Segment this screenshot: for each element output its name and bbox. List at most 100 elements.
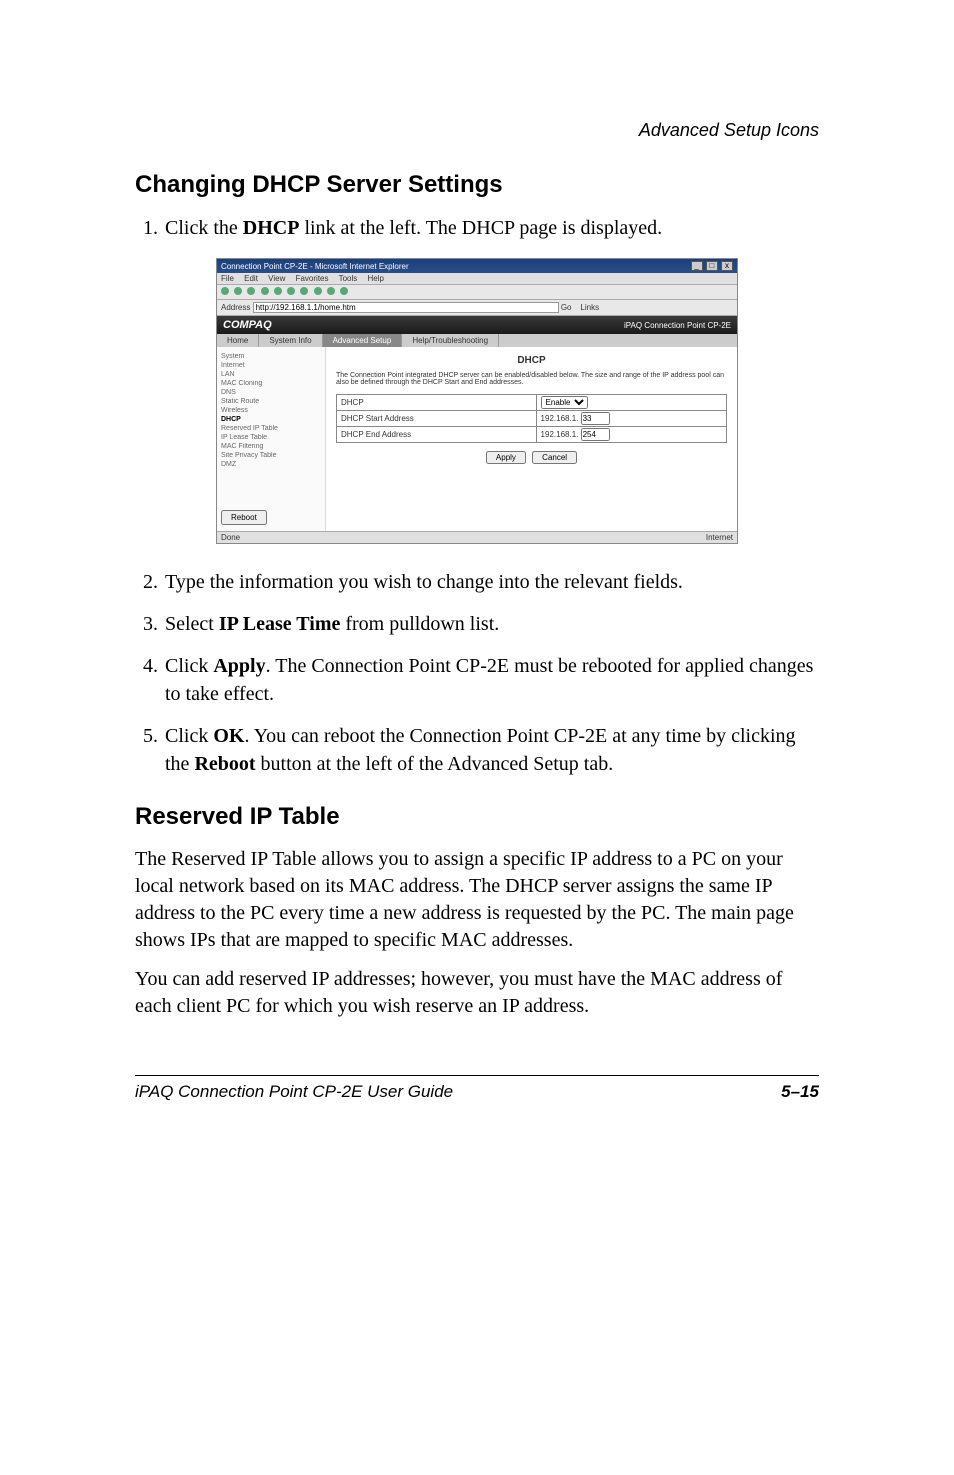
- window-controls: _ □ x: [690, 261, 733, 271]
- step-5: Click OK. You can reboot the Connection …: [163, 722, 819, 778]
- step-1-bold: DHCP: [243, 217, 300, 239]
- refresh-icon[interactable]: [261, 287, 269, 295]
- sidebar-item-dmz[interactable]: DMZ: [221, 461, 321, 468]
- brand-product: iPAQ Connection Point CP-2E: [624, 321, 731, 330]
- step-5-text-e: button at the left of the Advanced Setup…: [256, 753, 614, 775]
- sidebar-item-static-route[interactable]: Static Route: [221, 398, 321, 405]
- print-icon[interactable]: [340, 287, 348, 295]
- tab-sysinfo[interactable]: System Info: [259, 334, 322, 347]
- steps-list-bottom: Type the information you wish to change …: [135, 568, 819, 778]
- mail-icon[interactable]: [327, 287, 335, 295]
- para-reserved-ip-2: You can add reserved IP addresses; howev…: [135, 966, 819, 1020]
- brand-bar: COMPAQ iPAQ Connection Point CP-2E: [217, 316, 737, 334]
- go-button[interactable]: Go: [561, 303, 572, 312]
- sidebar-item-wireless[interactable]: Wireless: [221, 407, 321, 414]
- step-5-text-a: Click: [165, 725, 213, 747]
- content-area: System Internet LAN MAC Cloning DNS Stat…: [217, 347, 737, 531]
- sidebar-item-reserved-ip[interactable]: Reserved IP Table: [221, 425, 321, 432]
- menu-help[interactable]: Help: [368, 274, 384, 283]
- brand-logo: COMPAQ: [223, 319, 272, 331]
- side-nav: System Internet LAN MAC Cloning DNS Stat…: [217, 347, 326, 531]
- links-label[interactable]: Links: [580, 303, 599, 312]
- dhcp-settings-table: DHCP Enable DHCP Start Address 192.168.1…: [336, 394, 727, 443]
- close-icon[interactable]: x: [721, 261, 733, 271]
- sidebar-item-site-privacy[interactable]: Site Privacy Table: [221, 452, 321, 459]
- heading-reserved-ip: Reserved IP Table: [135, 803, 819, 831]
- menu-tools[interactable]: Tools: [339, 274, 358, 283]
- dhcp-start-input[interactable]: [581, 412, 610, 425]
- tab-advanced-setup[interactable]: Advanced Setup: [323, 334, 403, 347]
- start-prefix: 192.168.1.: [541, 414, 579, 423]
- pane-title: DHCP: [336, 355, 727, 366]
- footer-page-number: 5–15: [781, 1082, 819, 1102]
- step-3-text-a: Select: [165, 613, 219, 635]
- sidebar-item-dhcp[interactable]: DHCP: [221, 416, 321, 423]
- apply-button[interactable]: Apply: [486, 451, 526, 464]
- menu-edit[interactable]: Edit: [244, 274, 258, 283]
- sidebar-item-lan[interactable]: LAN: [221, 371, 321, 378]
- address-label: Address: [221, 303, 250, 312]
- main-pane: DHCP The Connection Point integrated DHC…: [326, 347, 737, 531]
- step-1-text-a: Click the: [165, 217, 243, 239]
- search-icon[interactable]: [287, 287, 295, 295]
- home-icon[interactable]: [274, 287, 282, 295]
- address-input[interactable]: [253, 302, 559, 313]
- maximize-icon[interactable]: □: [706, 261, 718, 271]
- pane-description: The Connection Point integrated DHCP ser…: [336, 372, 727, 386]
- address-bar: Address Go Links: [217, 300, 737, 316]
- back-icon[interactable]: [221, 287, 229, 295]
- browser-menubar: File Edit View Favorites Tools Help: [217, 273, 737, 285]
- status-right: Internet: [706, 533, 733, 542]
- window-title: Connection Point CP-2E - Microsoft Inter…: [221, 262, 409, 271]
- sidebar-item-ip-lease[interactable]: IP Lease Table: [221, 434, 321, 441]
- sidebar-item-mac-filtering[interactable]: MAC Filtering: [221, 443, 321, 450]
- browser-window: Connection Point CP-2E - Microsoft Inter…: [216, 258, 738, 544]
- step-2: Type the information you wish to change …: [163, 568, 819, 596]
- step-3-text-c: from pulldown list.: [340, 613, 499, 635]
- history-icon[interactable]: [314, 287, 322, 295]
- step-5-bold-reboot: Reboot: [194, 753, 255, 775]
- button-row: Apply Cancel: [336, 451, 727, 464]
- step-4: Click Apply. The Connection Point CP-2E …: [163, 652, 819, 708]
- step-1: Click the DHCP link at the left. The DHC…: [163, 214, 819, 242]
- browser-toolbar: [217, 285, 737, 300]
- dhcp-enable-select[interactable]: Enable: [541, 396, 588, 409]
- minimize-icon[interactable]: _: [691, 261, 703, 271]
- dhcp-end-input[interactable]: [581, 428, 610, 441]
- row-dhcp-label: DHCP: [337, 395, 537, 411]
- document-page: Advanced Setup Icons Changing DHCP Serve…: [0, 0, 954, 1475]
- status-bar: Done Internet: [217, 531, 737, 543]
- heading-changing-dhcp: Changing DHCP Server Settings: [135, 171, 819, 199]
- step-1-text-c: link at the left. The DHCP page is displ…: [299, 217, 662, 239]
- menu-file[interactable]: File: [221, 274, 234, 283]
- table-row: DHCP End Address 192.168.1.: [337, 427, 727, 443]
- nav-tabs: Home System Info Advanced Setup Help/Tro…: [217, 334, 737, 347]
- sidebar-item-system[interactable]: System: [221, 353, 321, 360]
- embedded-screenshot: Connection Point CP-2E - Microsoft Inter…: [135, 258, 819, 544]
- sidebar-item-dns[interactable]: DNS: [221, 389, 321, 396]
- running-header: Advanced Setup Icons: [135, 120, 819, 141]
- row-start-label: DHCP Start Address: [337, 411, 537, 427]
- table-row: DHCP Enable: [337, 395, 727, 411]
- step-3-bold: IP Lease Time: [219, 613, 340, 635]
- sidebar-item-mac-cloning[interactable]: MAC Cloning: [221, 380, 321, 387]
- table-row: DHCP Start Address 192.168.1.: [337, 411, 727, 427]
- tab-troubleshooting[interactable]: Help/Troubleshooting: [402, 334, 499, 347]
- para-reserved-ip-1: The Reserved IP Table allows you to assi…: [135, 846, 819, 954]
- tab-home[interactable]: Home: [217, 334, 259, 347]
- menu-view[interactable]: View: [268, 274, 285, 283]
- step-5-bold-ok: OK: [213, 725, 244, 747]
- row-end-label: DHCP End Address: [337, 427, 537, 443]
- page-footer: iPAQ Connection Point CP-2E User Guide 5…: [135, 1075, 819, 1102]
- favorites-icon[interactable]: [300, 287, 308, 295]
- window-titlebar: Connection Point CP-2E - Microsoft Inter…: [217, 259, 737, 273]
- step-4-bold: Apply: [213, 655, 265, 677]
- stop-icon[interactable]: [247, 287, 255, 295]
- forward-icon[interactable]: [234, 287, 242, 295]
- reboot-button[interactable]: Reboot: [221, 510, 267, 525]
- cancel-button[interactable]: Cancel: [532, 451, 577, 464]
- footer-guide-title: iPAQ Connection Point CP-2E User Guide: [135, 1082, 453, 1102]
- step-3: Select IP Lease Time from pulldown list.: [163, 610, 819, 638]
- menu-favorites[interactable]: Favorites: [296, 274, 329, 283]
- sidebar-item-internet[interactable]: Internet: [221, 362, 321, 369]
